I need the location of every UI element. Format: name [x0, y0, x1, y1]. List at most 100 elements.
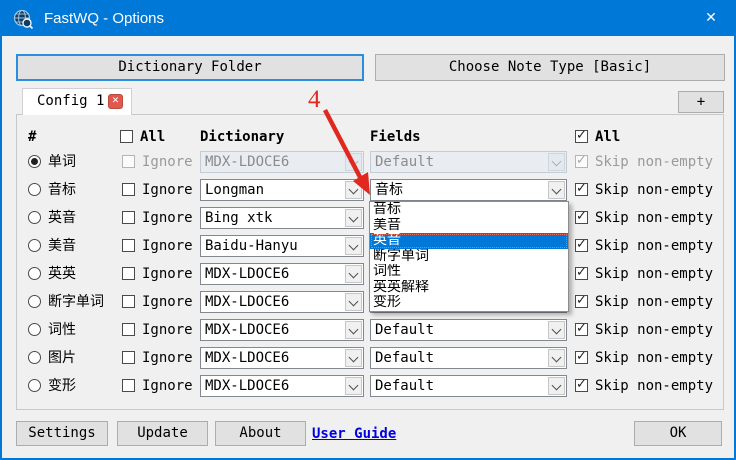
dictionary-folder-button[interactable]: Dictionary Folder	[16, 54, 364, 81]
chevron-down-icon	[345, 321, 362, 339]
fields-select[interactable]: Default	[370, 347, 567, 369]
table-row: 音标 Ignore Longman 音标 Skip non-empty	[2, 176, 736, 204]
chevron-down-icon	[345, 153, 362, 171]
dropdown-item[interactable]: 词性	[370, 264, 568, 280]
ignore-checkbox[interactable]	[122, 379, 135, 392]
user-guide-link[interactable]: User Guide	[312, 423, 396, 445]
column-header-fields: Fields	[370, 126, 421, 148]
word-type-radio[interactable]	[28, 183, 41, 196]
word-type-radio[interactable]	[28, 239, 41, 252]
ignore-label: Ignore	[142, 316, 193, 344]
dictionary-select[interactable]: MDX-LDOCE6	[200, 319, 364, 341]
app-globe-search-icon	[12, 8, 34, 34]
dictionary-select[interactable]: MDX-LDOCE6	[200, 263, 364, 285]
dictionary-select[interactable]: MDX-LDOCE6	[200, 291, 364, 313]
word-type-label: 英音	[48, 204, 76, 232]
dropdown-item[interactable]: 变形	[370, 295, 568, 311]
word-type-radio[interactable]	[28, 295, 41, 308]
fields-select-open[interactable]: 音标	[370, 179, 567, 201]
word-type-label: 美音	[48, 232, 76, 260]
all-skip-checkbox[interactable]	[575, 130, 588, 143]
skip-non-empty-label: Skip non-empty	[595, 204, 713, 232]
dictionary-select[interactable]: Longman	[200, 179, 364, 201]
chevron-down-icon	[548, 181, 565, 199]
ignore-checkbox[interactable]	[122, 239, 135, 252]
word-type-radio[interactable]	[28, 351, 41, 364]
word-type-radio[interactable]	[28, 211, 41, 224]
dictionary-select[interactable]: Bing xtk	[200, 207, 364, 229]
dictionary-select[interactable]: MDX-LDOCE6	[200, 151, 364, 173]
table-row: 变形 Ignore MDX-LDOCE6 Default Skip non-em…	[2, 372, 736, 400]
skip-non-empty-checkbox[interactable]	[575, 239, 588, 252]
dictionary-select[interactable]: MDX-LDOCE6	[200, 347, 364, 369]
chevron-down-icon	[548, 153, 565, 171]
dropdown-item[interactable]: 美音	[370, 218, 568, 234]
fields-select[interactable]: Default	[370, 375, 567, 397]
settings-button[interactable]: Settings	[16, 421, 108, 446]
ignore-checkbox[interactable]	[122, 351, 135, 364]
ok-button[interactable]: OK	[634, 421, 722, 446]
skip-non-empty-checkbox[interactable]	[575, 267, 588, 280]
ignore-checkbox[interactable]	[122, 267, 135, 280]
ignore-label: Ignore	[142, 204, 193, 232]
tab-label: Config 1	[37, 89, 104, 114]
skip-non-empty-label: Skip non-empty	[595, 176, 713, 204]
choose-note-type-button[interactable]: Choose Note Type [Basic]	[375, 54, 725, 81]
skip-non-empty-label: Skip non-empty	[595, 148, 713, 176]
ignore-label: Ignore	[142, 176, 193, 204]
dropdown-item-highlighted[interactable]: 英音	[370, 233, 568, 249]
dropdown-item[interactable]: 英英解释	[370, 280, 568, 296]
tab-close-icon[interactable]: ✕	[108, 94, 123, 109]
skip-non-empty-checkbox[interactable]	[575, 155, 588, 168]
skip-non-empty-checkbox[interactable]	[575, 295, 588, 308]
ignore-checkbox[interactable]	[122, 155, 135, 168]
about-button[interactable]: About	[215, 421, 306, 446]
window-title: FastWQ - Options	[44, 2, 164, 36]
word-type-radio[interactable]	[28, 267, 41, 280]
word-type-label: 图片	[48, 344, 76, 372]
skip-non-empty-label: Skip non-empty	[595, 232, 713, 260]
ignore-checkbox[interactable]	[122, 323, 135, 336]
chevron-down-icon	[345, 209, 362, 227]
skip-non-empty-checkbox[interactable]	[575, 183, 588, 196]
dropdown-item[interactable]: 音标	[370, 202, 568, 218]
chevron-down-icon	[345, 377, 362, 395]
close-button[interactable]: ✕	[688, 2, 734, 36]
word-type-label: 英英	[48, 260, 76, 288]
skip-non-empty-checkbox[interactable]	[575, 211, 588, 224]
skip-non-empty-checkbox[interactable]	[575, 379, 588, 392]
word-type-radio[interactable]	[28, 323, 41, 336]
ignore-checkbox[interactable]	[122, 211, 135, 224]
skip-non-empty-checkbox[interactable]	[575, 323, 588, 336]
fields-select[interactable]: Default	[370, 319, 567, 341]
tab-config-1[interactable]: Config 1 ✕	[22, 88, 132, 115]
chevron-down-icon	[548, 321, 565, 339]
word-type-label: 断字单词	[48, 288, 104, 316]
fields-select[interactable]: Default	[370, 151, 567, 173]
chevron-down-icon	[345, 181, 362, 199]
skip-non-empty-label: Skip non-empty	[595, 344, 713, 372]
ignore-checkbox[interactable]	[122, 295, 135, 308]
word-type-label: 音标	[48, 176, 76, 204]
chevron-down-icon	[548, 377, 565, 395]
dropdown-item[interactable]: 断字单词	[370, 249, 568, 265]
dictionary-select[interactable]: Baidu-Hanyu	[200, 235, 364, 257]
options-window: FastWQ - Options ✕ Dictionary Folder Cho…	[0, 0, 736, 460]
skip-non-empty-label: Skip non-empty	[595, 288, 713, 316]
word-type-label: 词性	[48, 316, 76, 344]
ignore-label: Ignore	[142, 372, 193, 400]
update-button[interactable]: Update	[117, 421, 208, 446]
skip-non-empty-checkbox[interactable]	[575, 351, 588, 364]
ignore-label: Ignore	[142, 232, 193, 260]
all-ignore-checkbox[interactable]	[120, 130, 133, 143]
word-type-radio[interactable]	[28, 379, 41, 392]
word-type-radio[interactable]	[28, 155, 41, 168]
column-header-dictionary: Dictionary	[200, 126, 284, 148]
table-row: 单词 Ignore MDX-LDOCE6 Default Skip non-em…	[2, 148, 736, 176]
dictionary-select[interactable]: MDX-LDOCE6	[200, 375, 364, 397]
skip-non-empty-label: Skip non-empty	[595, 260, 713, 288]
skip-non-empty-label: Skip non-empty	[595, 316, 713, 344]
add-config-button[interactable]: +	[678, 91, 724, 113]
ignore-checkbox[interactable]	[122, 183, 135, 196]
word-type-label: 变形	[48, 372, 76, 400]
